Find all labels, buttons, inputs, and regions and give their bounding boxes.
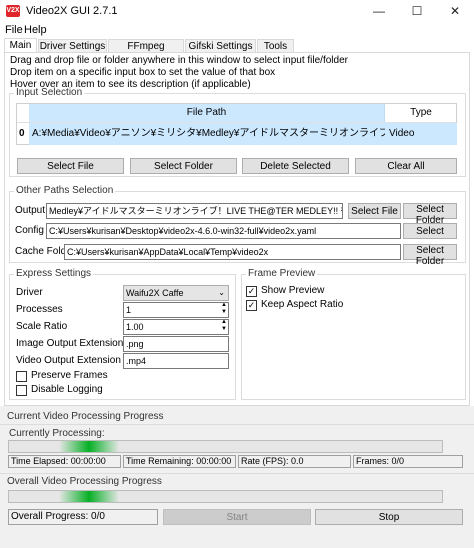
frame-preview-title: Frame Preview [246,268,318,279]
other-paths-title: Other Paths Selection [14,185,116,196]
tab-gifski-settings[interactable]: Gifski Settings [185,39,256,53]
keep-aspect-ratio-checkbox[interactable]: ✓ [246,300,257,311]
table-row[interactable]: A:¥Media¥Video¥アニソン¥ミリシタ¥Medley¥アイドルマスター… [29,123,385,145]
time-elapsed-status: Time Elapsed: 00:00:00 [8,455,121,468]
select-file-button[interactable]: Select File [17,158,124,174]
row-index: 0 [19,128,25,139]
config-select-button[interactable]: Select [403,223,457,239]
hint-drop-box: Drop item on a specific input box to set… [10,67,276,78]
cache-select-folder-button[interactable]: Select Folder [403,244,457,267]
output-label: Output [15,205,46,216]
scale-ratio-label: Scale Ratio [16,321,68,332]
chevron-down-icon: ⌄ [218,288,225,297]
scale-ratio-spinbox[interactable]: 1.00 ▲ ▼ [123,319,229,335]
keep-aspect-ratio-label: Keep Aspect Ratio [261,299,344,310]
input-selection-title: Input Selection [14,87,85,98]
window-title: Video2X GUI 2.7.1 [26,5,118,17]
output-path-input[interactable]: Medley¥アイドルマスターミリオンライブ！LIVE THE@TER MEDL… [46,203,343,219]
overall-progress-bar [8,490,443,503]
spin-arrows-icon[interactable]: ▲ ▼ [221,320,227,333]
progress-glow [59,441,119,452]
processes-label: Processes [16,304,63,315]
frames-status: Frames: 0/0 [353,455,463,468]
config-path-input[interactable]: C:¥Users¥kurisan¥Desktop¥video2x-4.6.0-w… [46,223,401,239]
menu-file[interactable]: File [5,24,23,36]
processes-spinbox[interactable]: 1 ▲ ▼ [123,302,229,318]
table-corner [17,104,29,122]
disable-logging-checkbox[interactable] [16,385,27,396]
section-divider [0,424,474,425]
menu-bar: File Help [0,23,474,39]
output-select-folder-button[interactable]: Select Folder [403,203,457,226]
select-folder-button[interactable]: Select Folder [130,158,237,174]
image-output-extension-label: Image Output Extension [16,338,124,349]
section-divider [0,473,474,474]
image-output-extension-input[interactable]: .png [123,336,229,352]
currently-processing-label: Currently Processing: [9,428,105,439]
tab-ffmpeg-settings[interactable]: FFmpeg Settings [108,39,184,66]
rate-fps-status: Rate (FPS): 0.0 [238,455,351,468]
preserve-frames-label: Preserve Frames [31,370,108,381]
input-file-table[interactable]: File Path Type 0 A:¥Media¥Video¥アニソン¥ミリシ… [16,103,458,145]
column-header-type[interactable]: Type [385,104,457,122]
disable-logging-label: Disable Logging [31,384,103,395]
hint-drag-drop: Drag and drop file or folder anywhere in… [10,55,348,66]
driver-select[interactable]: Waifu2X Caffe ⌄ [123,285,229,301]
app-icon: V2X [6,5,20,17]
table-row-type[interactable]: Video [385,123,457,145]
menu-help[interactable]: Help [24,24,47,36]
progress-panel: Current Video Processing Progress Curren… [0,406,474,548]
scale-ratio-value: 1.00 [126,322,144,332]
time-remaining-status: Time Remaining: 00:00:00 [123,455,236,468]
stop-button[interactable]: Stop [315,509,463,525]
preserve-frames-checkbox[interactable] [16,371,27,382]
express-settings-title: Express Settings [14,268,94,279]
tab-bar: Main Driver Settings FFmpeg Settings Gif… [0,38,474,66]
main-tab-page: Drag and drop file or folder anywhere in… [4,52,470,406]
output-select-file-button[interactable]: Select File [348,203,401,219]
delete-selected-button[interactable]: Delete Selected [242,158,349,174]
maximize-icon[interactable]: ☐ [398,0,436,23]
column-header-file-path[interactable]: File Path [29,104,385,122]
driver-value: Waifu2X Caffe [126,288,184,298]
spin-arrows-icon[interactable]: ▲ ▼ [221,303,227,316]
title-bar: V2X Video2X GUI 2.7.1 — ☐ ✕ [0,0,474,23]
start-button[interactable]: Start [163,509,311,525]
close-icon[interactable]: ✕ [436,0,474,23]
cache-folder-input[interactable]: C:¥Users¥kurisan¥AppData¥Local¥Temp¥vide… [64,244,401,260]
minimize-icon[interactable]: — [360,0,398,23]
progress-glow [59,491,119,502]
video-output-extension-input[interactable]: .mp4 [123,353,229,369]
driver-label: Driver [16,287,43,298]
tab-driver-settings[interactable]: Driver Settings [38,39,107,53]
current-progress-bar [8,440,443,453]
clear-all-button[interactable]: Clear All [355,158,457,174]
tab-tools[interactable]: Tools [257,39,294,53]
overall-progress-section-label: Overall Video Processing Progress [7,476,162,487]
overall-progress-status: Overall Progress: 0/0 [8,509,158,525]
show-preview-label: Show Preview [261,285,325,296]
show-preview-checkbox[interactable]: ✓ [246,286,257,297]
tab-main[interactable]: Main [4,38,37,53]
config-label: Config [15,225,44,236]
processes-value: 1 [126,305,132,315]
video-output-extension-label: Video Output Extension [16,355,121,366]
current-progress-section-label: Current Video Processing Progress [7,411,164,422]
